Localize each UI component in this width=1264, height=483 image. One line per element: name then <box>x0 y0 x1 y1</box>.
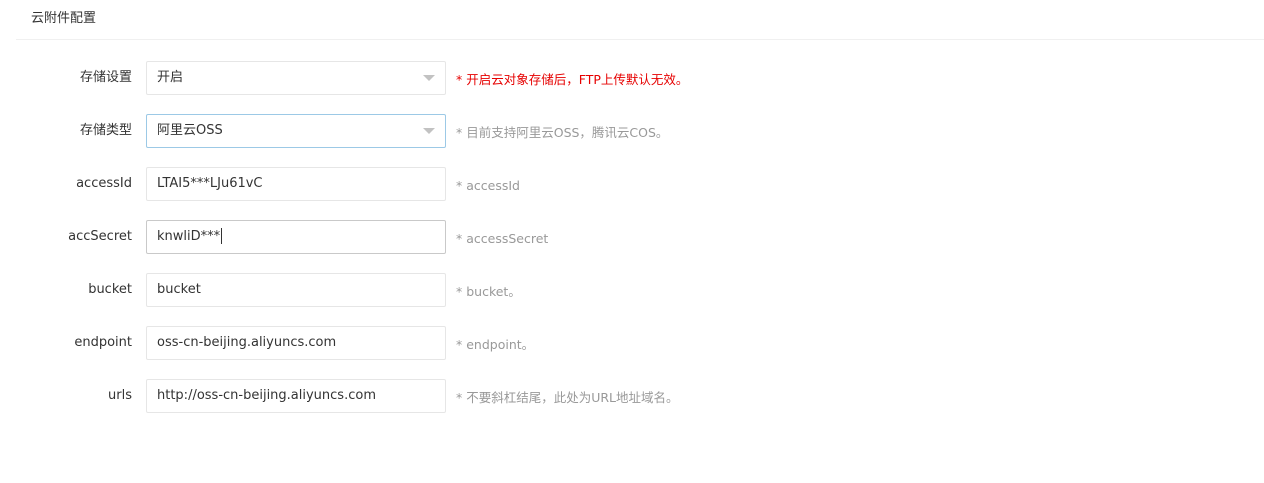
chevron-down-icon[interactable] <box>423 75 435 81</box>
storage-setting-hint: * 开启云对象存储后，FTP上传默认无效。 <box>456 72 689 87</box>
storage-type-label: 存储类型 <box>79 123 132 138</box>
urls-label: urls <box>108 388 132 403</box>
bucket-label: bucket <box>88 282 132 297</box>
form-row-access-id: accessId LTAI5***LJu61vC * accessId <box>0 167 1264 201</box>
form-row-urls: urls http://oss-cn-beijing.aliyuncs.com … <box>0 379 1264 413</box>
form-row-bucket: bucket bucket * bucket。 <box>0 273 1264 307</box>
text-cursor <box>221 227 223 244</box>
bucket-input[interactable]: bucket <box>146 273 446 307</box>
endpoint-input[interactable]: oss-cn-beijing.aliyuncs.com <box>146 326 446 360</box>
access-id-input[interactable]: LTAI5***LJu61vC <box>146 167 446 201</box>
form-row-endpoint: endpoint oss-cn-beijing.aliyuncs.com * e… <box>0 326 1264 360</box>
endpoint-value: oss-cn-beijing.aliyuncs.com <box>157 335 337 350</box>
urls-hint: * 不要斜杠结尾，此处为URL地址域名。 <box>456 390 679 405</box>
form-row-acc-secret: accSecret knwliD*** * accessSecret <box>0 220 1264 254</box>
endpoint-label: endpoint <box>74 335 132 350</box>
form-row-storage-type: 存储类型 阿里云OSS * 目前支持阿里云OSS，腾讯云COS。 <box>0 114 1264 148</box>
storage-type-value: 阿里云OSS <box>157 123 223 138</box>
bucket-hint: * bucket。 <box>456 284 521 299</box>
acc-secret-value: knwliD*** <box>157 229 221 244</box>
urls-value: http://oss-cn-beijing.aliyuncs.com <box>157 388 376 403</box>
endpoint-hint: * endpoint。 <box>456 337 535 352</box>
access-id-label: accessId <box>76 176 132 191</box>
access-id-hint: * accessId <box>456 178 520 193</box>
storage-setting-value: 开启 <box>157 70 184 85</box>
chevron-down-icon[interactable] <box>423 128 435 134</box>
urls-input[interactable]: http://oss-cn-beijing.aliyuncs.com <box>146 379 446 413</box>
storage-setting-label: 存储设置 <box>79 70 132 85</box>
acc-secret-hint: * accessSecret <box>456 231 549 246</box>
storage-type-hint: * 目前支持阿里云OSS，腾讯云COS。 <box>456 125 669 140</box>
form-row-storage-setting: 存储设置 开启 * 开启云对象存储后，FTP上传默认无效。 <box>0 61 1264 95</box>
panel-header: 云附件配置 <box>16 0 1264 40</box>
storage-type-select[interactable]: 阿里云OSS <box>146 114 446 148</box>
acc-secret-label: accSecret <box>68 229 132 244</box>
cloud-attachment-config-panel: 云附件配置 存储设置 开启 * 开启云对象存储后，FTP上传默认无效。 存储类型… <box>0 0 1264 483</box>
acc-secret-input[interactable]: knwliD*** <box>146 220 446 254</box>
page-title: 云附件配置 <box>31 11 97 26</box>
bucket-value: bucket <box>157 282 201 297</box>
storage-setting-select[interactable]: 开启 <box>146 61 446 95</box>
access-id-value: LTAI5***LJu61vC <box>157 176 263 191</box>
acc-secret-field: knwliD*** <box>157 221 223 253</box>
